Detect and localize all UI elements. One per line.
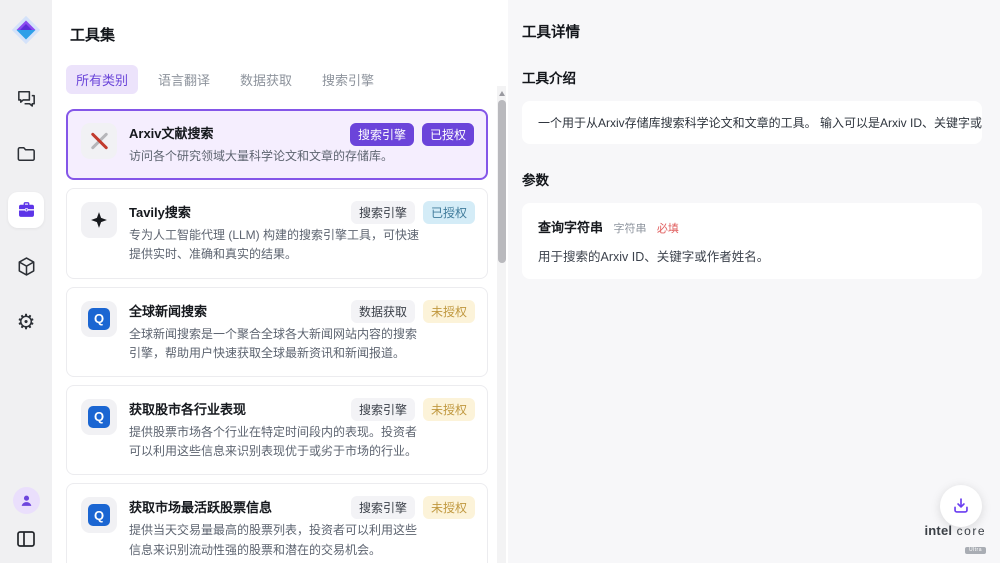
download-icon	[950, 495, 972, 517]
tab-search-engine[interactable]: 搜索引擎	[312, 65, 384, 94]
parameter-required-badge: 必填	[657, 223, 679, 235]
list-scrollbar[interactable]	[497, 86, 506, 563]
category-tabs: 所有类别 语言翻译 数据获取 搜索引擎	[66, 65, 508, 94]
tool-list-panel: 工具集 所有类别 语言翻译 数据获取 搜索引擎 Arxiv文献搜索 访问各个研究…	[52, 0, 508, 563]
download-button[interactable]	[940, 485, 982, 527]
rail-bottom	[13, 487, 40, 551]
tool-description: 提供股票市场各个行业在特定时间段内的表现。投资者可以利用这些信息来识别表现优于或…	[129, 423, 425, 461]
category-badge: 搜索引擎	[350, 123, 414, 146]
folder-icon[interactable]	[8, 136, 44, 172]
juhe-q-icon: Q	[81, 399, 117, 435]
app-window: ⚙ 工具集 所有类别 语言翻译 数据获取 搜索引擎	[0, 0, 1000, 563]
toolbox-icon[interactable]	[8, 192, 44, 228]
tab-data-acquisition[interactable]: 数据获取	[230, 65, 302, 94]
app-logo-icon[interactable]	[8, 12, 44, 48]
tool-card-global-news[interactable]: Q 全球新闻搜索 全球新闻搜索是一个聚合全球各大新闻网站内容的搜索引擎，帮助用户…	[66, 287, 488, 377]
status-badge: 未授权	[423, 496, 475, 519]
tool-card-arxiv[interactable]: Arxiv文献搜索 访问各个研究领域大量科学论文和文章的存储库。 搜索引擎 已授…	[66, 109, 488, 180]
parameter-card: 查询字符串 字符串 必填 用于搜索的Arxiv ID、关键字或作者姓名。	[522, 203, 982, 279]
intro-heading: 工具介绍	[522, 67, 982, 87]
tool-card-tavily[interactable]: Tavily搜索 专为人工智能代理 (LLM) 构建的搜索引擎工具，可快速提供实…	[66, 188, 488, 278]
tool-description: 全球新闻搜索是一个聚合全球各大新闻网站内容的搜索引擎，帮助用户快速获取全球最新资…	[129, 325, 425, 363]
tool-card-stock-sectors[interactable]: Q 获取股市各行业表现 提供股票市场各个行业在特定时间段内的表现。投资者可以利用…	[66, 385, 488, 475]
category-badge: 搜索引擎	[351, 496, 415, 519]
intro-card: 一个用于从Arxiv存储库搜索科学论文和文章的工具。 输入可以是Arxiv ID…	[522, 101, 982, 144]
parameter-name: 查询字符串	[538, 220, 603, 235]
category-badge: 数据获取	[351, 300, 415, 323]
status-badge: 未授权	[423, 398, 475, 421]
status-badge: 已授权	[422, 123, 474, 146]
tab-language-translation[interactable]: 语言翻译	[148, 65, 220, 94]
tab-all-categories[interactable]: 所有类别	[66, 65, 138, 94]
tool-cards: Arxiv文献搜索 访问各个研究领域大量科学论文和文章的存储库。 搜索引擎 已授…	[66, 109, 488, 563]
category-badge: 搜索引擎	[351, 398, 415, 421]
parameter-description: 用于搜索的Arxiv ID、关键字或作者姓名。	[538, 246, 966, 265]
page-title: 工具集	[70, 24, 508, 45]
detail-title: 工具详情	[522, 21, 982, 42]
tool-description: 访问各个研究领域大量科学论文和文章的存储库。	[129, 147, 425, 166]
rail-nav: ⚙	[8, 80, 44, 340]
cube-icon[interactable]	[8, 248, 44, 284]
intel-ultra-badge: Ultra	[965, 547, 986, 554]
status-badge: 未授权	[423, 300, 475, 323]
tavily-star-icon	[81, 202, 117, 238]
settings-gear-icon[interactable]: ⚙	[8, 304, 44, 340]
juhe-q-icon: Q	[81, 497, 117, 533]
parameter-type: 字符串	[613, 223, 646, 235]
juhe-q-icon: Q	[81, 301, 117, 337]
tool-card-active-stocks[interactable]: Q 获取市场最活跃股票信息 提供当天交易量最高的股票列表，投资者可以利用这些信息…	[66, 483, 488, 563]
scrollbar-up-arrow[interactable]	[499, 91, 505, 96]
user-avatar-icon[interactable]	[13, 487, 40, 514]
tool-description: 专为人工智能代理 (LLM) 构建的搜索引擎工具，可快速提供实时、准确和真实的结…	[129, 226, 425, 264]
status-badge: 已授权	[423, 201, 475, 224]
category-badge: 搜索引擎	[351, 201, 415, 224]
intel-core-logo: intel core Ultra	[924, 523, 986, 555]
left-rail: ⚙	[0, 0, 52, 563]
params-heading: 参数	[522, 169, 982, 189]
panel-toggle-icon[interactable]	[14, 527, 38, 551]
arxiv-x-icon	[81, 123, 117, 159]
tool-description: 提供当天交易量最高的股票列表，投资者可以利用这些信息来识别流动性强的股票和潜在的…	[129, 521, 425, 559]
tool-detail-panel: 工具详情 工具介绍 一个用于从Arxiv存储库搜索科学论文和文章的工具。 输入可…	[508, 0, 1000, 563]
chat-icon[interactable]	[8, 80, 44, 116]
scrollbar-thumb[interactable]	[498, 100, 506, 263]
